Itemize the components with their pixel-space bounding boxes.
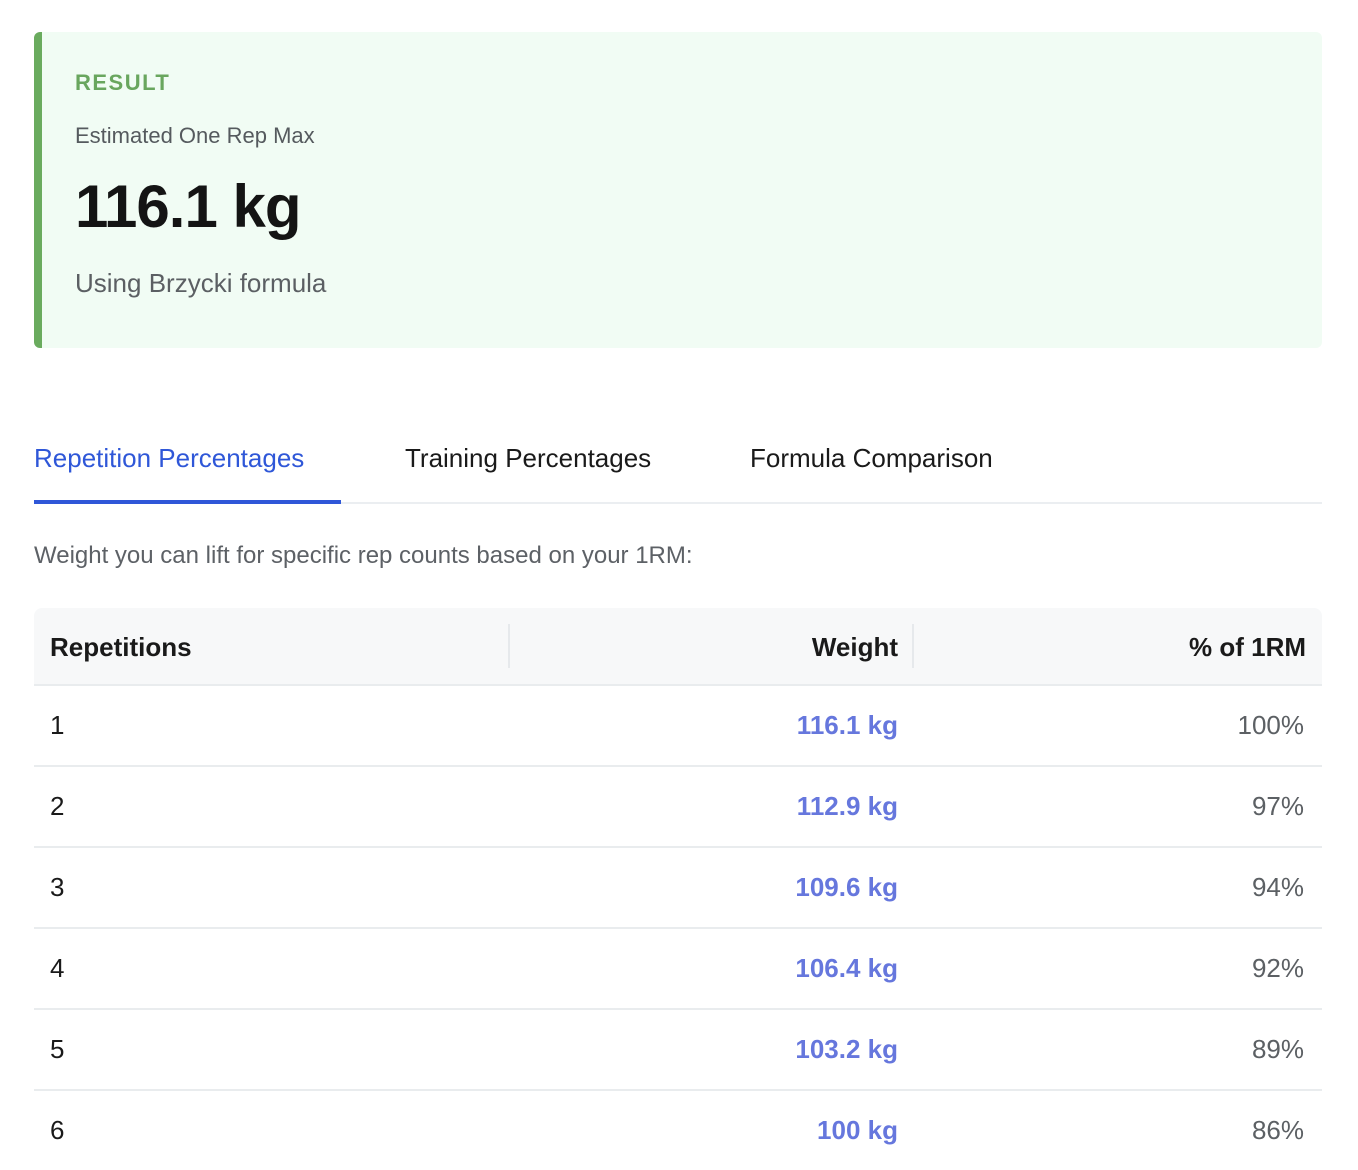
cell-weight: 109.6 kg	[795, 872, 898, 902]
cell-reps: 3	[50, 872, 65, 902]
table-row: 2 112.9 kg 97%	[34, 767, 1322, 848]
table-row: 6 100 kg 86%	[34, 1091, 1322, 1170]
rep-percentages-table: Repetitions Weight % of 1RM 1 116.1 kg 1…	[34, 608, 1322, 1170]
table-row: 1 116.1 kg 100%	[34, 686, 1322, 767]
column-separator	[508, 624, 510, 668]
result-label: RESULT	[75, 70, 171, 95]
cell-percent: 97%	[1251, 791, 1304, 821]
cell-percent: 86%	[1251, 1115, 1304, 1145]
header-repetitions: Repetitions	[50, 632, 192, 662]
tab-training-percentages[interactable]: Training Percentages	[405, 436, 651, 504]
cell-reps: 5	[50, 1034, 65, 1064]
cell-percent: 89%	[1251, 1034, 1304, 1064]
cell-percent: 100%	[1237, 710, 1305, 740]
header-weight: Weight	[811, 632, 898, 662]
result-card: RESULT Estimated One Rep Max 116.1 kg Us…	[34, 32, 1322, 348]
cell-weight: 116.1 kg	[796, 710, 898, 740]
cell-reps: 4	[50, 953, 65, 983]
cell-reps: 6	[50, 1115, 65, 1145]
result-value: 116.1 kg	[75, 173, 302, 240]
header-percent: % of 1RM	[1189, 632, 1306, 662]
cell-weight: 106.4 kg	[795, 953, 898, 983]
table-row: 3 109.6 kg 94%	[34, 848, 1322, 929]
cell-weight: 112.9 kg	[796, 791, 898, 821]
table-row: 5 103.2 kg 89%	[34, 1010, 1322, 1091]
table-description: Weight you can lift for specific rep cou…	[34, 542, 693, 569]
cell-weight: 100 kg	[817, 1115, 898, 1145]
cell-weight: 103.2 kg	[795, 1034, 898, 1064]
tab-bar: Repetition Percentages Training Percenta…	[34, 436, 1322, 504]
cell-percent: 92%	[1251, 953, 1304, 983]
tab-repetition-percentages[interactable]: Repetition Percentages	[34, 436, 341, 504]
result-subtitle: Estimated One Rep Max	[75, 123, 315, 148]
page: RESULT Estimated One Rep Max 116.1 kg Us…	[0, 0, 1358, 1170]
table-header: Repetitions Weight % of 1RM	[34, 608, 1322, 686]
table-row: 4 106.4 kg 92%	[34, 929, 1322, 1010]
result-method: Using Brzycki formula	[75, 268, 327, 298]
column-separator	[912, 624, 914, 668]
cell-reps: 1	[50, 710, 65, 740]
cell-percent: 94%	[1251, 872, 1304, 902]
cell-reps: 2	[50, 791, 65, 821]
tab-formula-comparison[interactable]: Formula Comparison	[750, 436, 993, 504]
